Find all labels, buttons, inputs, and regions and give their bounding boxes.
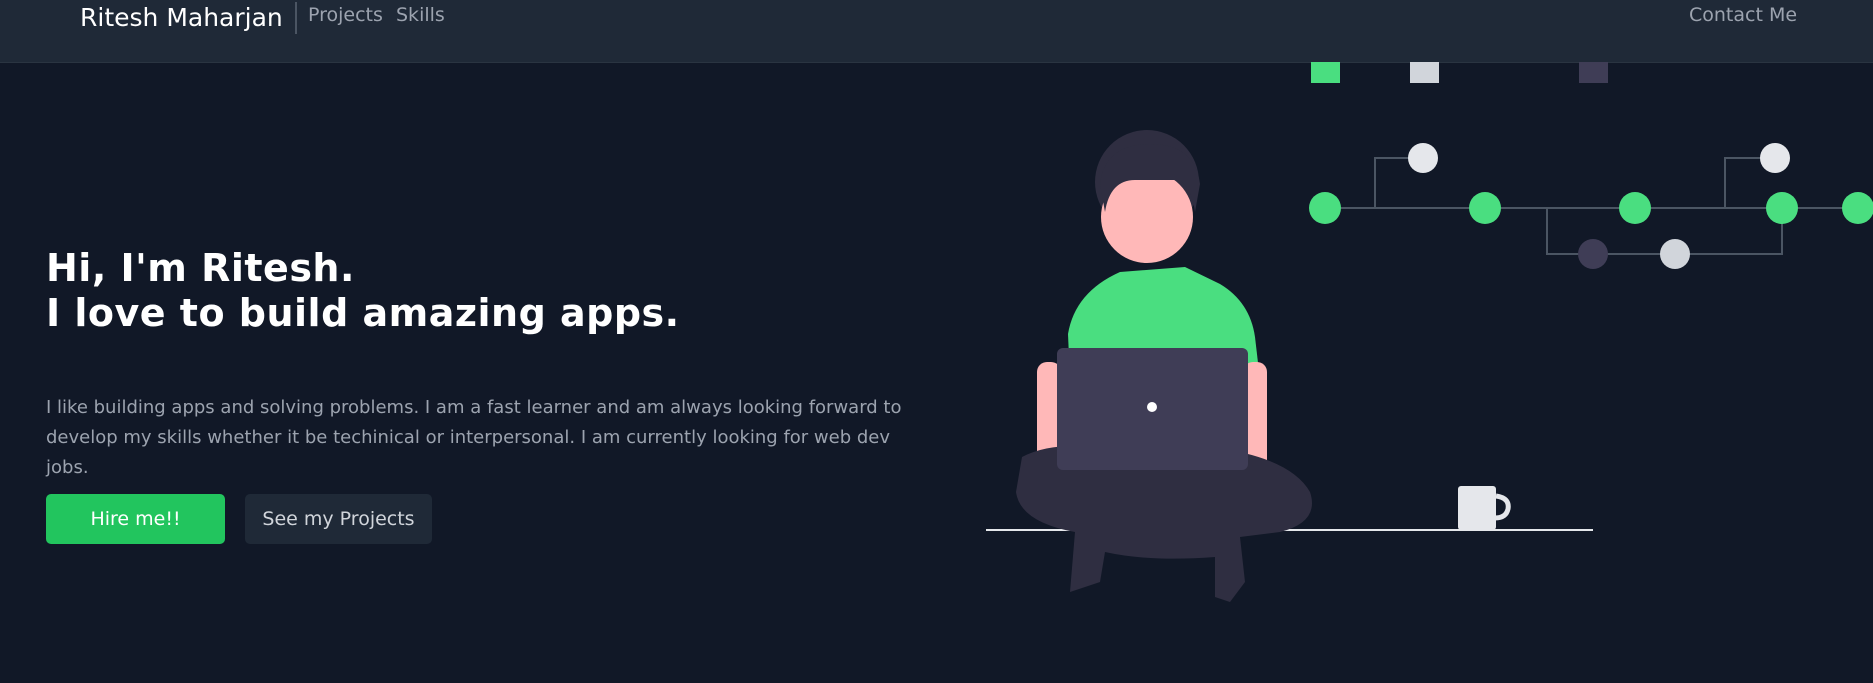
nav-link-skills[interactable]: Skills — [396, 4, 445, 26]
git-graph-decoration — [1309, 62, 1873, 269]
developer-with-laptop-illustration — [986, 62, 1873, 602]
brand-name[interactable]: Ritesh Maharjan — [80, 2, 297, 34]
coffee-mug-icon — [1458, 486, 1511, 530]
hero-title-line-1: Hi, I'm Ritesh. — [46, 246, 355, 290]
nav-link-contact[interactable]: Contact Me — [1689, 4, 1797, 26]
hero-title-line-2: I love to build amazing apps. — [46, 291, 680, 335]
top-navbar: Ritesh Maharjan Projects Skills Contact … — [0, 0, 1873, 63]
nav-link-projects[interactable]: Projects — [308, 4, 383, 26]
hero-description: I like building apps and solving problem… — [46, 397, 902, 478]
see-projects-button[interactable]: See my Projects — [245, 494, 432, 544]
developer-figure — [986, 130, 1593, 602]
hire-me-button[interactable]: Hire me!! — [46, 494, 225, 544]
hero-title: Hi, I'm Ritesh. I love to build amazing … — [46, 246, 680, 336]
